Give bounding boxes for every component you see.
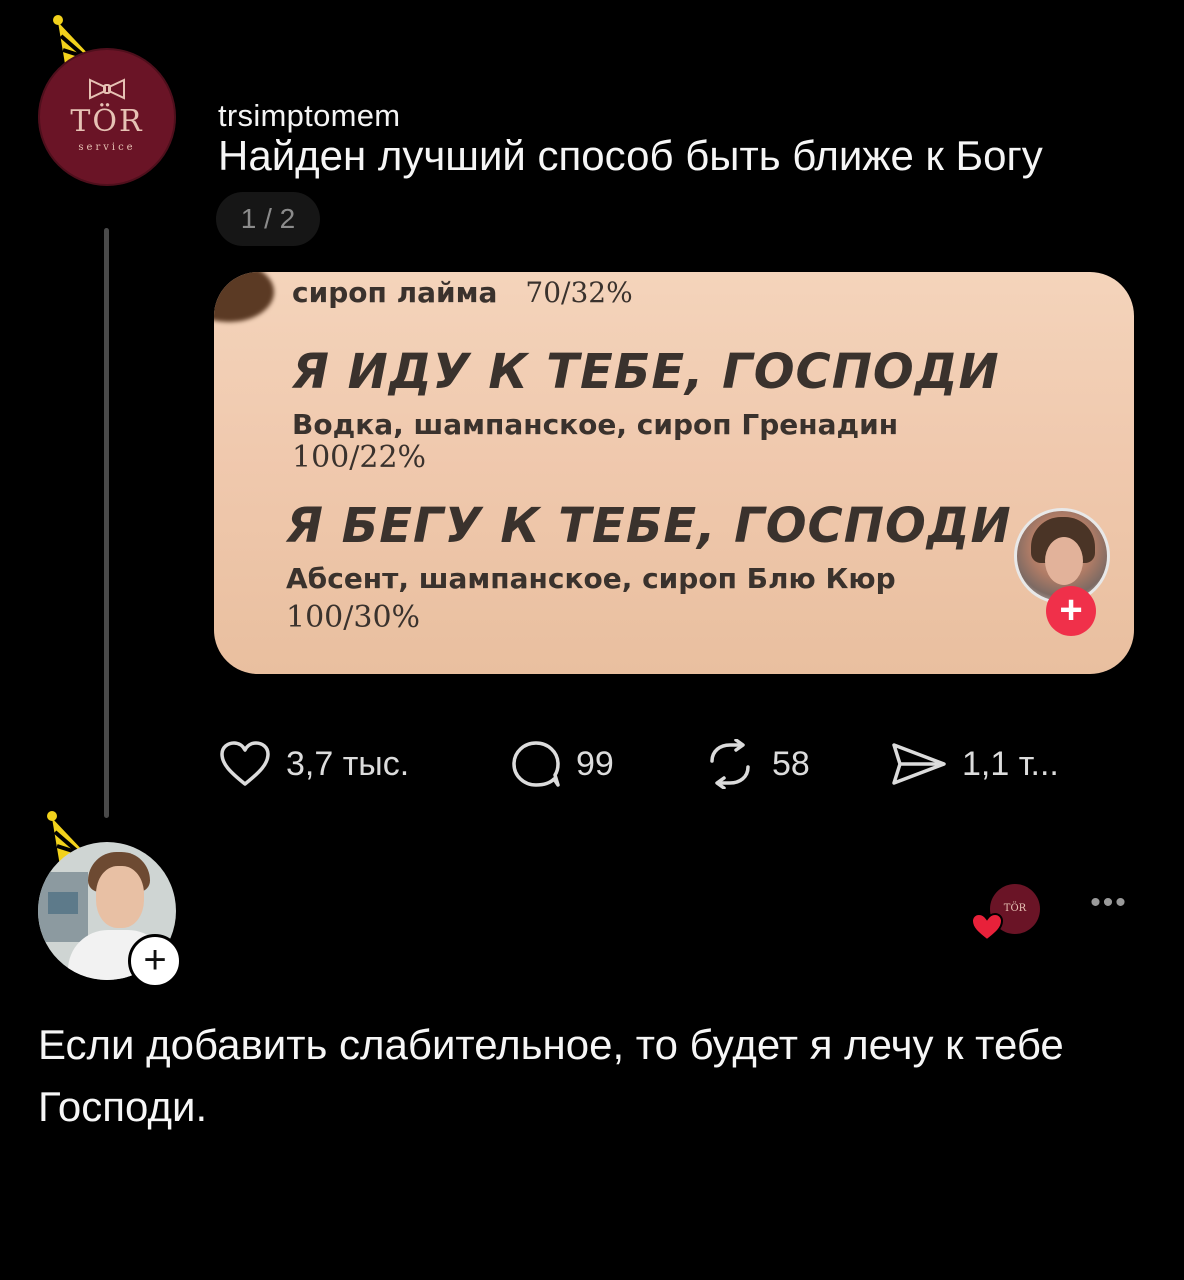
bow-tie-icon (89, 78, 125, 100)
comment-count: 99 (576, 744, 614, 783)
post-username[interactable]: trsimptomem (218, 98, 400, 134)
menu-top-name: сироп лайма (292, 276, 498, 309)
avatar-face (1045, 537, 1083, 585)
menu-top-nums: 70/32% (525, 276, 633, 309)
reply-text: Если добавить слабительное, то будет я л… (38, 1021, 1064, 1130)
media-page-indicator: 1 / 2 (216, 192, 320, 246)
repost-count: 58 (772, 744, 810, 783)
comment-icon (512, 741, 560, 787)
post-text: Найден лучший способ быть ближе к Богу (218, 132, 1043, 179)
avatar-face (96, 866, 144, 928)
avatar-logo-text: ТÖR (70, 104, 144, 139)
follow-plus-button[interactable]: + (1046, 586, 1096, 636)
author-avatar[interactable]: ТÖR service (38, 48, 176, 186)
repost-button[interactable]: 58 (702, 738, 810, 790)
heart-icon (970, 912, 1004, 947)
thread-line (104, 228, 109, 818)
menu-description-1: Водка, шампанское, сироп Гренадин (292, 408, 899, 441)
share-button[interactable]: 1,1 т... (890, 738, 1059, 790)
image-stain (214, 272, 274, 322)
menu-heading-1: Я ИДУ К ТЕБЕ, ГОСПОДИ (292, 344, 1000, 400)
menu-top-line: сироп лайма 70/32% (292, 276, 633, 309)
share-count: 1,1 т... (962, 744, 1059, 783)
menu-numbers-1: 100/22% (292, 440, 427, 475)
heart-icon (220, 741, 270, 786)
menu-description-2: Абсент, шампанское, сироп Блю Кюр (286, 562, 896, 595)
follow-plus-button[interactable]: + (128, 934, 182, 988)
avatar-background-screen (48, 892, 78, 914)
like-button[interactable]: 3,7 тыс. (218, 738, 409, 790)
comment-button[interactable]: 99 (510, 738, 614, 790)
share-icon (892, 743, 946, 785)
more-options-button[interactable]: ••• (1084, 888, 1134, 928)
avatar-sub-text: service (78, 142, 136, 153)
post-media-image[interactable]: сироп лайма 70/32% Я ИДУ К ТЕБЕ, ГОСПОДИ … (214, 272, 1134, 674)
menu-heading-2: Я БЕГУ К ТЕБЕ, ГОСПОДИ (286, 498, 1012, 554)
menu-numbers-2: 100/30% (286, 600, 421, 635)
like-count: 3,7 тыс. (286, 744, 410, 783)
repost-icon (710, 739, 750, 789)
